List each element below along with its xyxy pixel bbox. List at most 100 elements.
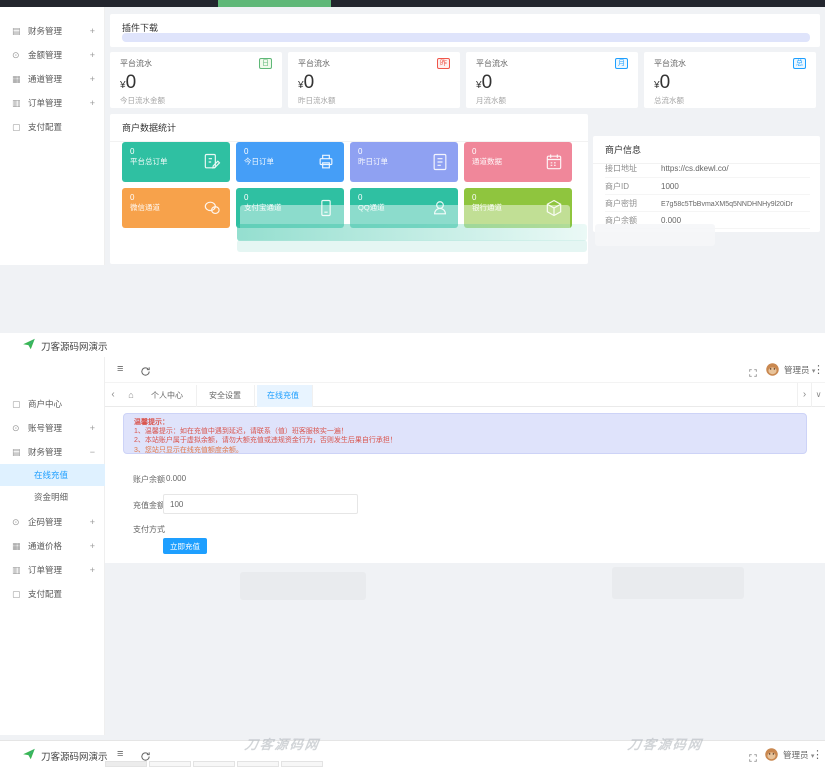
- user-name: 管理员: [783, 750, 809, 760]
- expand-icon[interactable]: +: [90, 91, 95, 115]
- row-value: https://cs.dkewl.co/: [661, 164, 729, 173]
- sidebar-item-label: 订单管理: [28, 565, 62, 575]
- tile-wechat-channel: 0 微信通道: [122, 188, 230, 228]
- cutoff-tab-segment: [149, 761, 191, 767]
- tile-channel-data: 0 通道数据: [464, 142, 572, 182]
- expand-icon[interactable]: +: [90, 67, 95, 91]
- stat-value: 0: [482, 72, 493, 93]
- row-label: 接口地址: [605, 160, 661, 177]
- sidebar-item-finance-mgmt[interactable]: ▤财务管理−: [0, 440, 105, 464]
- merchant-info-panel: 商户信息 接口地址https://cs.dkewl.co/ 商户ID1000 商…: [593, 136, 820, 232]
- sidebar-item-pay-config[interactable]: ▢支付配置: [0, 115, 105, 139]
- user-name: 管理员: [784, 365, 810, 375]
- tab-label: 个人中心: [151, 391, 183, 400]
- top-dark-bar: [0, 0, 825, 7]
- sidebar-item-label: 财务管理: [28, 447, 62, 457]
- notice-line: 1、温馨提示：如在充值中遇到延迟，请联系（值）班客服核实一遍！: [134, 427, 796, 436]
- info-row-api: 接口地址https://cs.dkewl.co/: [605, 160, 810, 177]
- merchant-toolbar: ≡ 管理员 ▾ ⋮: [105, 357, 825, 383]
- sidebar-item-merchant-center[interactable]: ▢商户中心: [0, 392, 105, 416]
- sidebar-item-channel-price[interactable]: ▦通道价格+: [0, 534, 105, 558]
- expand-icon[interactable]: +: [90, 510, 95, 534]
- user-menu[interactable]: 管理员 ▾: [784, 364, 815, 376]
- user-menu[interactable]: 管理员 ▾: [783, 749, 814, 761]
- cutoff-tab-segment: [281, 761, 323, 767]
- refresh-icon[interactable]: [140, 364, 151, 382]
- sidebar-item-balance-mgmt[interactable]: ⊙金额管理+: [0, 43, 105, 67]
- active-tab-indicator: [218, 0, 331, 7]
- finance-icon: ▤: [12, 19, 24, 43]
- calendar-icon: [544, 152, 564, 177]
- expand-icon[interactable]: +: [90, 558, 95, 582]
- tabs-more-icon[interactable]: ∨: [811, 383, 825, 407]
- tab-security[interactable]: 安全设置×: [199, 385, 255, 407]
- kebab-menu-icon[interactable]: ⋮: [813, 363, 824, 376]
- stat-value: 0: [660, 72, 671, 93]
- sidebar-item-online-recharge[interactable]: 在线充值: [0, 464, 105, 486]
- amount-input[interactable]: [163, 494, 358, 514]
- stat-title: 平台流水: [120, 58, 152, 69]
- tabs-scroll-right[interactable]: ›: [797, 383, 811, 407]
- merchant-sidebar: ▢商户中心 ⊙账号管理+ ▤财务管理− 在线充值 资金明细 ⊙企码管理+ ▦通道…: [0, 357, 105, 735]
- tile-today-orders: 0 今日订单: [236, 142, 344, 182]
- recharge-submit-button[interactable]: 立即充值: [163, 538, 207, 554]
- expand-icon[interactable]: +: [90, 19, 95, 43]
- tab-profile[interactable]: 个人中心×: [141, 385, 197, 407]
- fullscreen-icon[interactable]: [748, 365, 758, 383]
- balance-value: 0.000: [166, 474, 186, 483]
- wechat-icon: [202, 198, 222, 223]
- sidebar-item-label: 支付配置: [28, 589, 62, 599]
- paper-plane-icon: [22, 747, 36, 764]
- app-logo: 刀客源码网演示: [22, 747, 108, 764]
- sidebar-item-finance[interactable]: ▤财务管理+: [0, 19, 105, 43]
- collapse-icon[interactable]: −: [90, 440, 95, 464]
- sidebar-item-label: 企码管理: [28, 517, 62, 527]
- blur-overlay: [612, 567, 744, 599]
- avatar[interactable]: [764, 747, 779, 767]
- blur-overlay: [240, 572, 366, 600]
- day-badge: 日: [259, 58, 272, 69]
- tab-label: 在线充值: [267, 391, 299, 400]
- tabs-bar: ‹ ⌂ 个人中心× 安全设置× 在线充值× › ∨: [105, 383, 825, 407]
- avatar[interactable]: [765, 362, 780, 382]
- fullscreen-icon[interactable]: [748, 750, 758, 767]
- expand-icon[interactable]: +: [90, 416, 95, 440]
- teal-watermark-overlay: [237, 224, 587, 241]
- document-icon: [430, 152, 450, 177]
- channel-icon: ▦: [12, 67, 24, 91]
- month-badge: 月: [615, 58, 628, 69]
- stat-card-yesterday: 平台流水昨 ¥0 昨日流水额: [288, 52, 460, 108]
- cutoff-tab-segment: [237, 761, 279, 767]
- sidebar-item-ent-code-mgmt[interactable]: ⊙企码管理+: [0, 510, 105, 534]
- sidebar-item-label: 在线充值: [34, 470, 68, 480]
- info-row-id: 商户ID1000: [605, 177, 810, 194]
- merchant-center-icon: ▢: [12, 392, 24, 416]
- expand-icon[interactable]: +: [90, 534, 95, 558]
- order-icon: ▥: [12, 91, 24, 115]
- teal-watermark-overlay-2: [237, 240, 587, 252]
- channel-price-icon: ▦: [12, 534, 24, 558]
- sidebar-item-order-mgmt[interactable]: ▥订单管理+: [0, 558, 105, 582]
- stat-card-total: 平台流水总 ¥0 总流水额: [644, 52, 816, 108]
- plugin-download-title: 插件下载: [110, 14, 820, 34]
- yesterday-badge: 昨: [437, 58, 450, 69]
- blur-overlay: [595, 224, 715, 246]
- expand-icon[interactable]: +: [90, 43, 95, 67]
- sidebar-item-pay-config[interactable]: ▢支付配置: [0, 582, 105, 606]
- menu-icon[interactable]: ≡: [117, 363, 123, 375]
- total-badge: 总: [793, 58, 806, 69]
- menu-icon[interactable]: ≡: [117, 748, 123, 760]
- sidebar-item-order-mgmt[interactable]: ▥订单管理+: [0, 91, 105, 115]
- home-tab-icon[interactable]: ⌂: [121, 383, 141, 407]
- tabs-scroll-left[interactable]: ‹: [105, 383, 121, 407]
- notice-title: 温馨提示：: [134, 418, 796, 427]
- sidebar-item-channel-mgmt[interactable]: ▦通道管理+: [0, 67, 105, 91]
- row-value: 1000: [661, 182, 679, 191]
- sidebar-item-account-mgmt[interactable]: ⊙账号管理+: [0, 416, 105, 440]
- tab-recharge[interactable]: 在线充值×: [257, 385, 313, 407]
- watermark: 刀客源码网: [627, 734, 705, 753]
- stat-sublabel: 今日流水金额: [120, 95, 272, 106]
- sidebar-item-fund-detail[interactable]: 资金明细: [0, 486, 105, 508]
- stat-sublabel: 昨日流水额: [298, 95, 450, 106]
- kebab-menu-icon[interactable]: ⋮: [812, 748, 823, 761]
